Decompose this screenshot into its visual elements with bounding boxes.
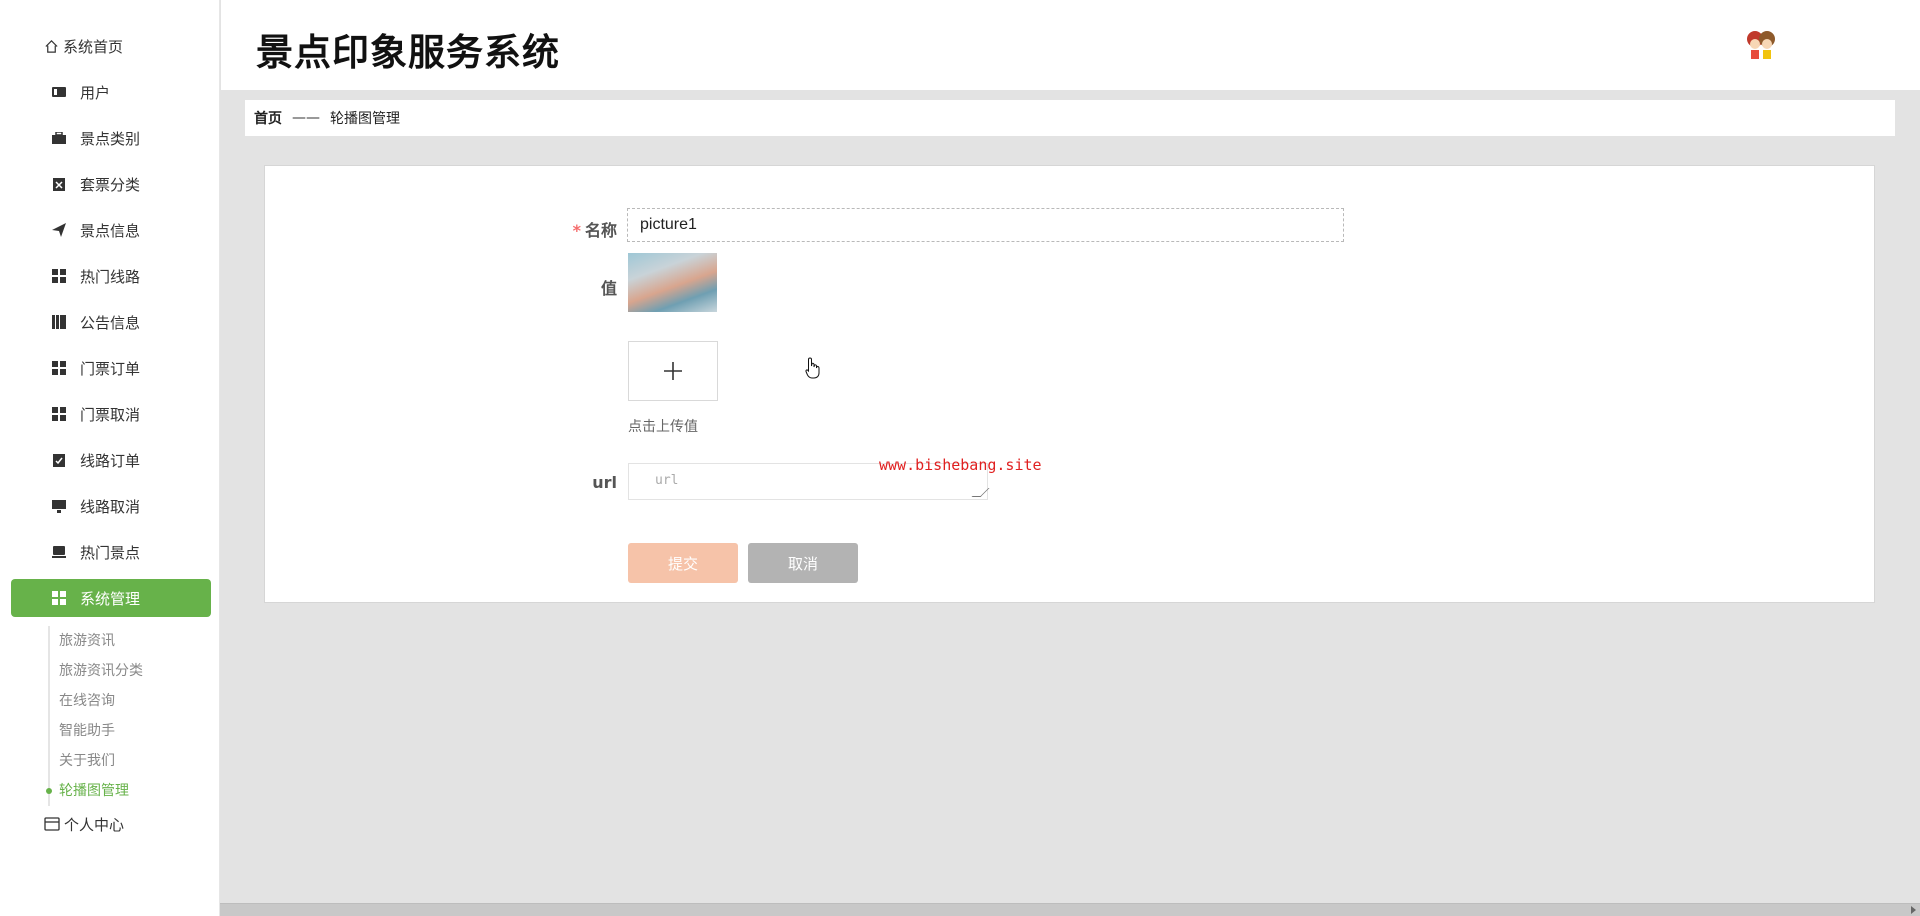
watermark: www.bishebang.site <box>879 456 1042 474</box>
sidebar-item-label: 线路订单 <box>80 451 141 470</box>
scroll-right-icon[interactable] <box>1911 906 1916 914</box>
breadcrumb: 首页 —— 轮播图管理 <box>245 100 1895 136</box>
name-label-text: 名称 <box>584 221 617 240</box>
sidebar-item-ticket-cancel[interactable]: 门票取消 <box>0 396 220 432</box>
sidebar-item-system[interactable]: 系统管理 <box>11 579 211 617</box>
grid-icon <box>52 269 66 283</box>
user-card-icon <box>52 85 66 99</box>
briefcase-icon <box>52 131 66 145</box>
submit-button[interactable]: 提交 <box>628 543 738 583</box>
id-card-icon <box>44 817 60 831</box>
sidebar-item-ticket-orders[interactable]: 门票订单 <box>0 350 220 386</box>
clipboard-x-icon <box>52 177 66 191</box>
sidebar-item-scenic-info[interactable]: 景点信息 <box>0 212 220 248</box>
sidebar: 系统首页 用户 景点类别 套票分类 景点信息 热门线路 公告信息 门票订单 门票… <box>0 0 220 916</box>
sidebar-item-scenic-category[interactable]: 景点类别 <box>0 120 220 156</box>
home-icon <box>45 39 58 53</box>
system-submenu: 旅游资讯 旅游资讯分类 在线咨询 智能助手 关于我们 轮播图管理 <box>46 626 198 806</box>
name-field-label: * 名称 <box>517 217 617 241</box>
submenu-item-travel-news[interactable]: 旅游资讯 <box>50 626 198 656</box>
cancel-button[interactable]: 取消 <box>748 543 858 583</box>
grid-icon <box>52 361 66 375</box>
sidebar-item-label: 热门景点 <box>80 543 141 562</box>
sidebar-home-label: 系统首页 <box>63 37 124 56</box>
hand-cursor-icon <box>805 357 820 379</box>
required-mark: * <box>572 221 581 240</box>
uploaded-image-thumbnail[interactable] <box>628 253 717 312</box>
sidebar-personal-center[interactable]: 个人中心 <box>44 812 124 836</box>
grid-icon <box>52 591 66 605</box>
grid-icon <box>52 407 66 421</box>
sidebar-item-label: 公告信息 <box>80 313 141 332</box>
app-title: 景点印象服务系统 <box>256 31 560 74</box>
submenu-item-smart-assistant[interactable]: 智能助手 <box>50 716 198 746</box>
tablet-icon <box>52 545 66 559</box>
books-icon <box>52 315 66 329</box>
sidebar-item-label: 景点信息 <box>80 221 141 240</box>
submenu-item-about-us[interactable]: 关于我们 <box>50 746 198 776</box>
sidebar-item-label: 热门线路 <box>80 267 141 286</box>
url-field-label: url <box>592 473 617 492</box>
sidebar-item-label: 景点类别 <box>80 129 141 148</box>
sidebar-item-hot-routes[interactable]: 热门线路 <box>0 258 220 294</box>
breadcrumb-home[interactable]: 首页 <box>254 108 282 128</box>
sidebar-personal-label: 个人中心 <box>64 815 125 834</box>
horizontal-scrollbar[interactable] <box>220 903 1920 916</box>
sidebar-item-route-cancel[interactable]: 线路取消 <box>0 488 220 524</box>
upload-tip: 点击上传值 <box>628 419 698 435</box>
clipboard-check-icon <box>52 453 66 467</box>
sidebar-item-label: 门票取消 <box>80 405 141 424</box>
sidebar-item-label: 套票分类 <box>80 175 141 194</box>
breadcrumb-current: 轮播图管理 <box>330 111 400 127</box>
breadcrumb-separator: —— <box>292 110 320 126</box>
send-icon <box>52 223 66 237</box>
sidebar-item-hot-scenic[interactable]: 热门景点 <box>0 534 220 570</box>
upload-button[interactable] <box>628 341 718 401</box>
sidebar-item-label: 系统管理 <box>80 589 141 608</box>
sidebar-home[interactable]: 系统首页 <box>44 34 123 58</box>
avatar[interactable] <box>1741 24 1781 64</box>
submenu-item-online-consult[interactable]: 在线咨询 <box>50 686 198 716</box>
value-field-label: 值 <box>600 279 617 298</box>
sidebar-item-label: 线路取消 <box>80 497 141 516</box>
monitor-icon <box>52 499 66 513</box>
sidebar-item-user[interactable]: 用户 <box>0 74 220 110</box>
sidebar-item-route-orders[interactable]: 线路订单 <box>0 442 220 478</box>
sidebar-item-label: 用户 <box>80 83 111 102</box>
top-header: 景点印象服务系统 <box>221 0 1920 90</box>
sidebar-item-ticket-category[interactable]: 套票分类 <box>0 166 220 202</box>
vertical-scrollbar-track[interactable] <box>1904 90 1920 903</box>
plus-icon <box>664 362 682 380</box>
sidebar-item-notice[interactable]: 公告信息 <box>0 304 220 340</box>
sidebar-item-label: 门票订单 <box>80 359 141 378</box>
carousel-form-panel: *名称 值 点击上传值 url url 提交 取消 <box>264 165 1875 603</box>
submenu-item-news-category[interactable]: 旅游资讯分类 <box>50 656 198 686</box>
submenu-item-carousel[interactable]: 轮播图管理 <box>46 776 198 806</box>
name-input[interactable] <box>627 208 1344 242</box>
